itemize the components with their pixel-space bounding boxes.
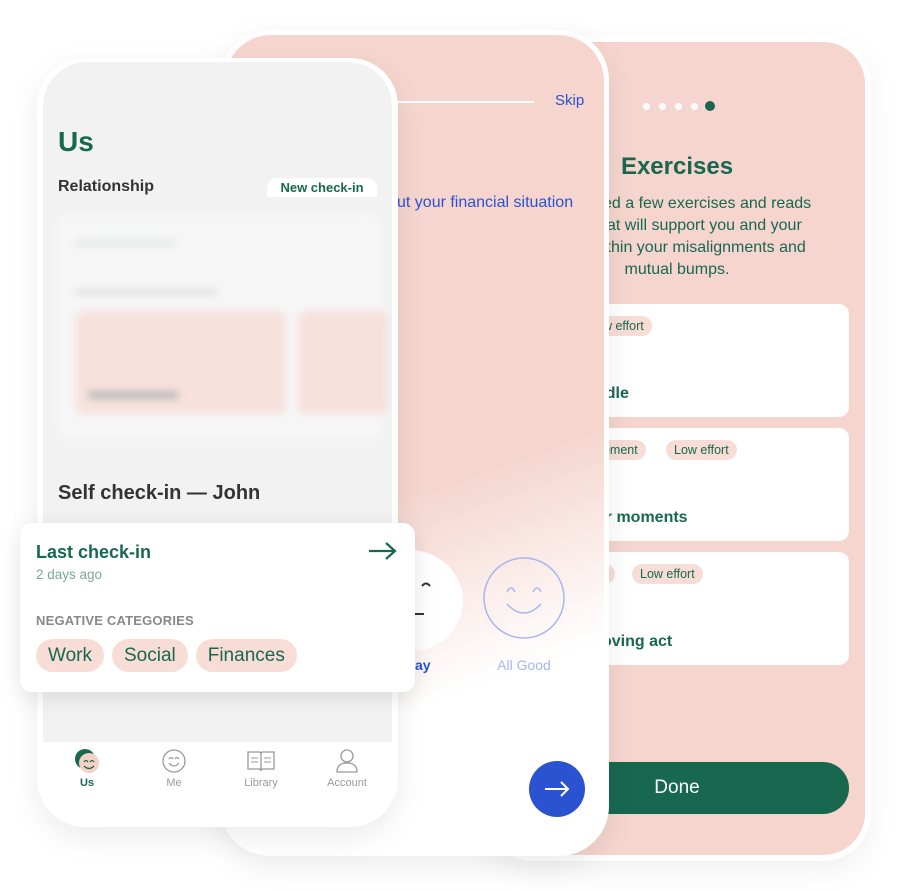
pagination-dot — [659, 103, 666, 110]
exercises-description: at will support you and your — [607, 217, 802, 234]
tab-label: Library — [244, 777, 278, 789]
category-chips: Work Social Finances — [36, 639, 305, 672]
next-button[interactable] — [529, 761, 585, 817]
us-avatar-icon — [75, 749, 99, 773]
exercise-title: oving act — [602, 633, 673, 650]
tab-me[interactable]: Me — [134, 748, 214, 789]
skip-button[interactable]: Skip — [555, 92, 584, 109]
exercises-description: ed a few exercises and reads — [603, 195, 812, 212]
book-icon — [247, 751, 275, 772]
self-checkin-title: Self check-in — John — [58, 482, 261, 504]
mood-label: ay — [415, 657, 431, 673]
smile-face-icon[interactable] — [482, 556, 566, 640]
category-chip[interactable]: Social — [111, 639, 188, 672]
arrow-right-icon — [545, 781, 570, 797]
pagination-dot — [643, 103, 650, 110]
exercises-description: ithin your misalignments and — [603, 239, 806, 256]
last-checkin-title: Last check-in — [36, 542, 152, 562]
relationship-label: Relationship — [58, 178, 155, 195]
new-checkin-button[interactable]: New check-in — [267, 178, 377, 197]
tab-account[interactable]: Account — [307, 748, 387, 789]
relationship-card-blurred — [58, 214, 388, 439]
pagination-dot — [675, 103, 682, 110]
exercise-tag: Low effort — [666, 440, 737, 460]
last-checkin-card[interactable]: Last check-in 2 days ago NEGATIVE CATEGO… — [20, 523, 415, 692]
tab-library[interactable]: Library — [221, 748, 301, 789]
exercise-tag: Low effort — [632, 564, 703, 584]
exercise-title: ur moments — [596, 509, 688, 526]
us-phone: Us Relationship New check-in Self check-… — [37, 58, 398, 827]
category-chip[interactable]: Work — [36, 639, 104, 672]
pagination-dot-active — [705, 101, 715, 111]
category-chip[interactable]: Finances — [195, 639, 297, 672]
tab-label: Me — [166, 777, 182, 789]
person-icon — [336, 749, 358, 773]
smile-icon — [162, 749, 186, 773]
arrow-right-icon[interactable] — [367, 539, 399, 563]
last-checkin-time: 2 days ago — [36, 567, 103, 582]
tab-label: Us — [79, 777, 95, 789]
question-text: ut your financial situation — [397, 194, 574, 211]
mood-label: All Good — [497, 657, 551, 673]
tab-label: Account — [327, 777, 367, 789]
page-title: Us — [58, 126, 94, 157]
negative-categories-label: NEGATIVE CATEGORIES — [36, 613, 194, 628]
pagination-dot — [691, 103, 698, 110]
tab-us[interactable]: Us — [47, 748, 127, 789]
